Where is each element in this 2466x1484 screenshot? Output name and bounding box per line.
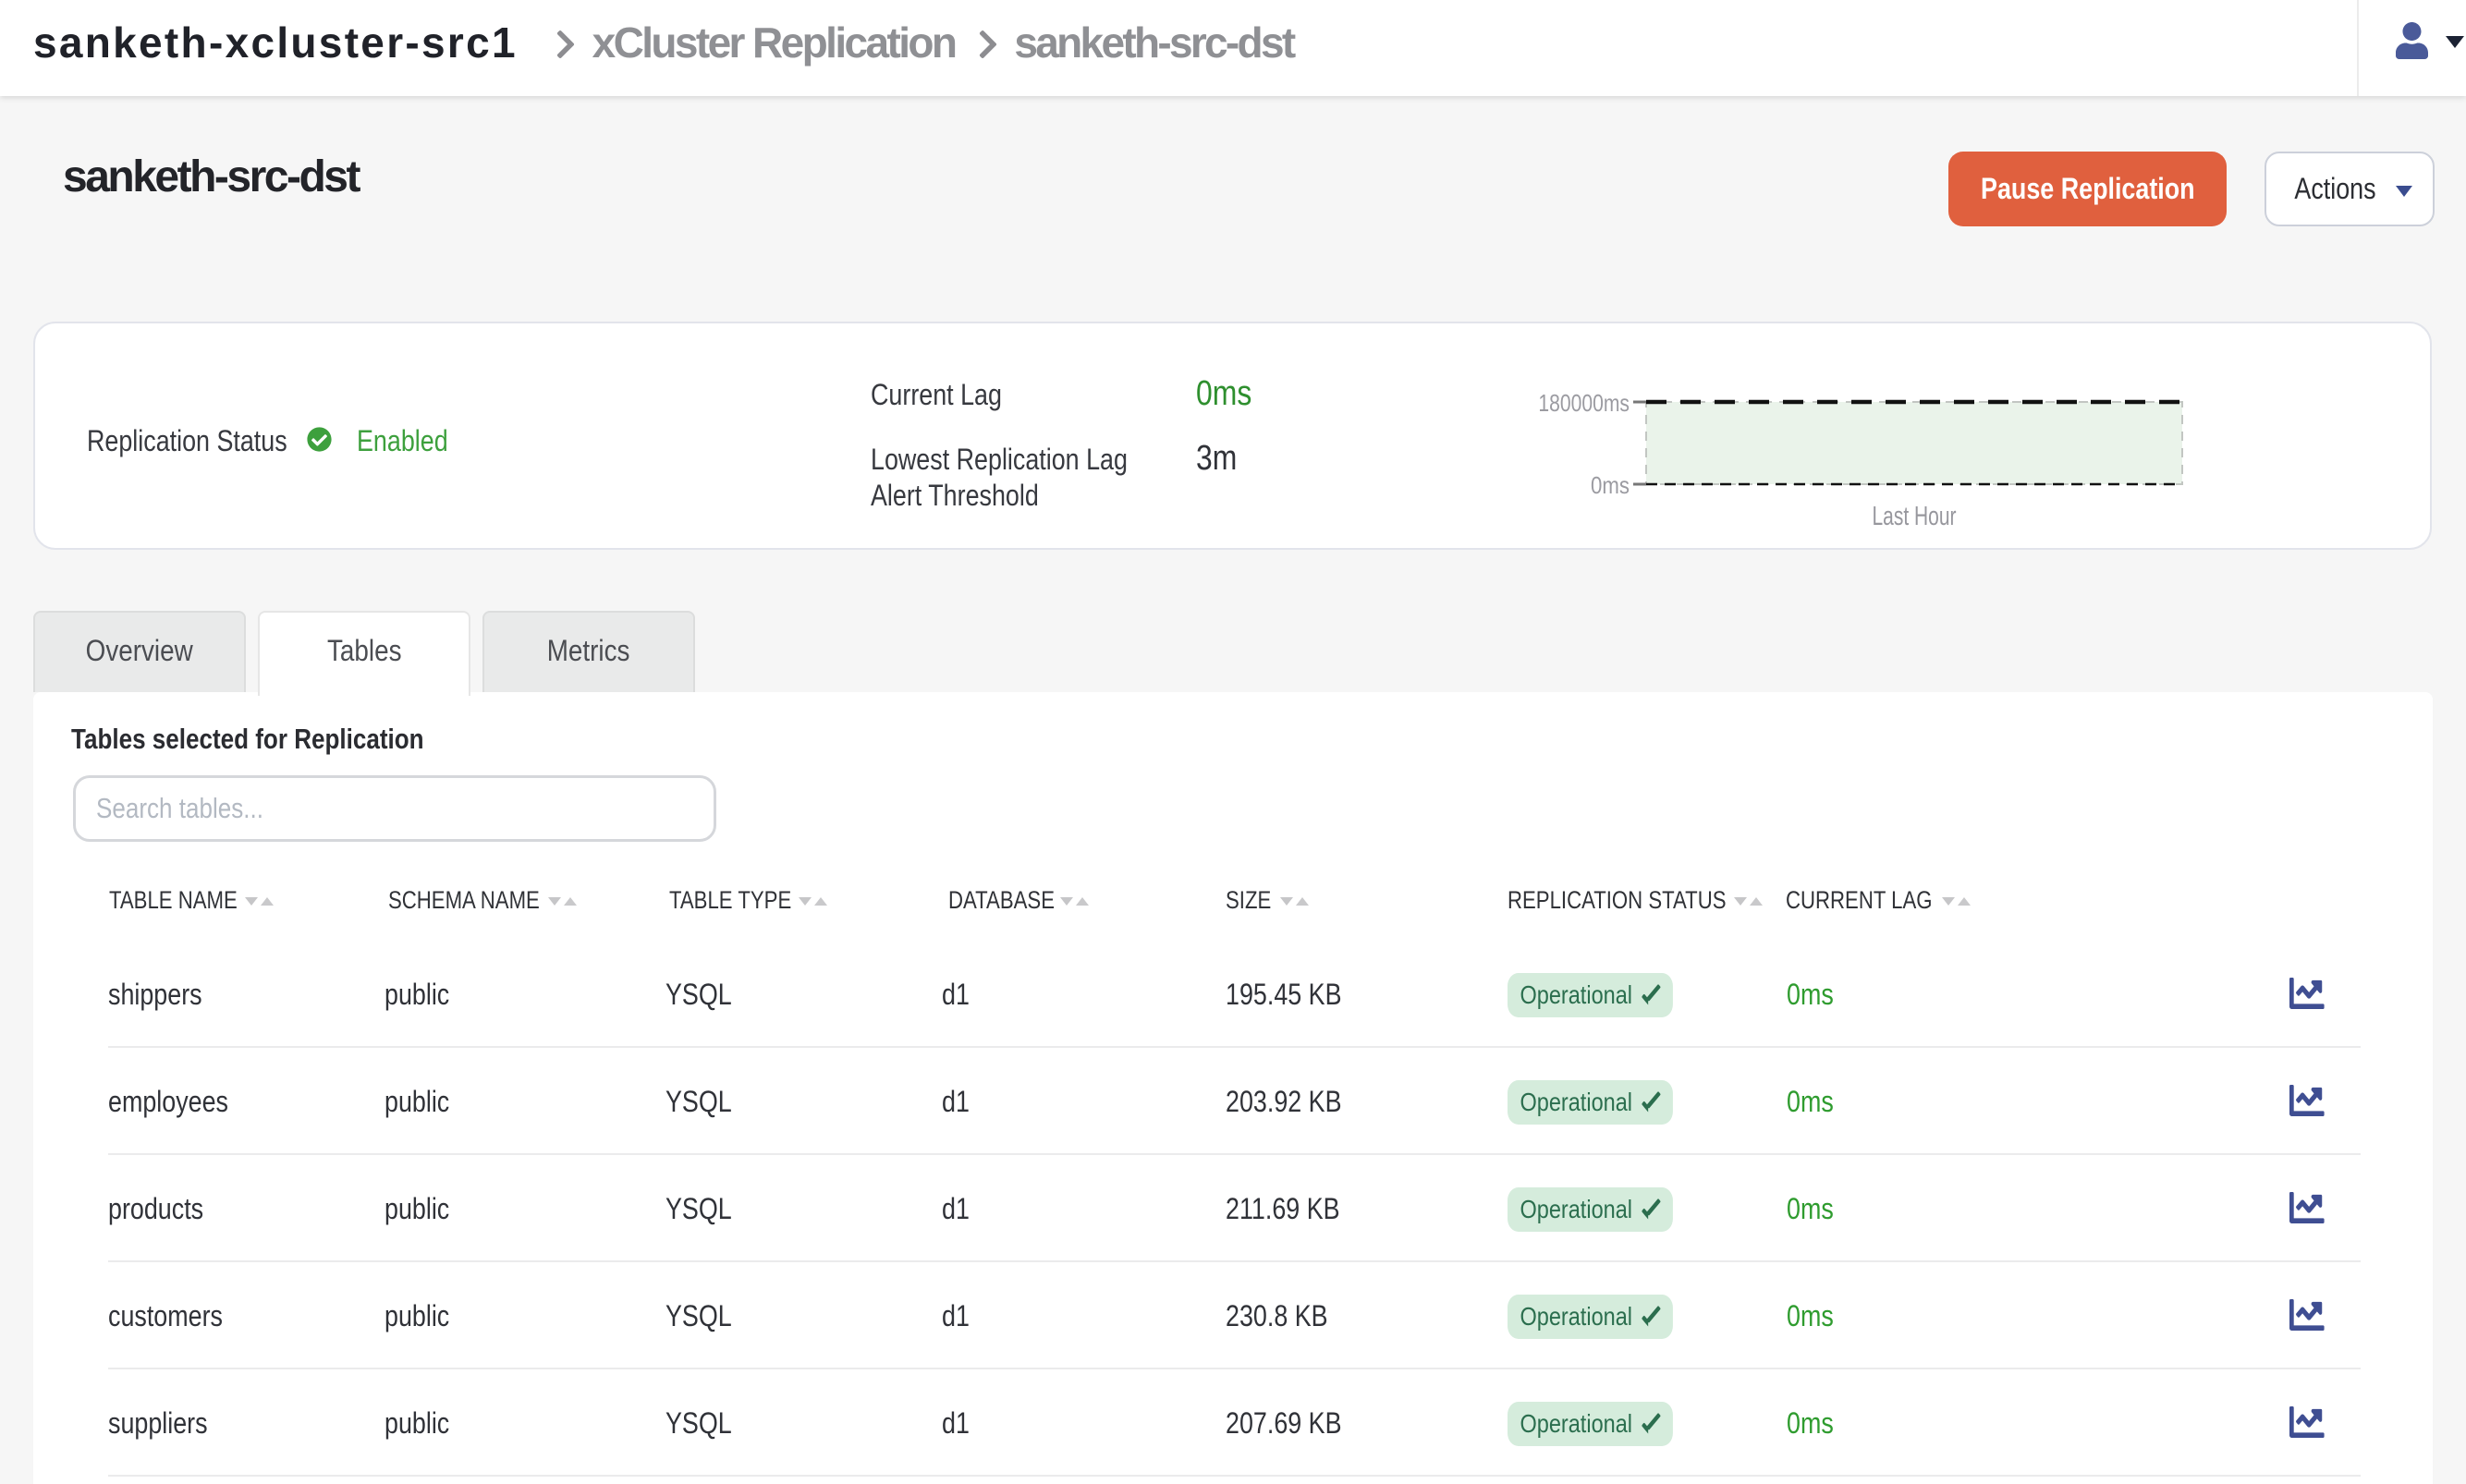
svg-text:0ms: 0ms bbox=[1591, 471, 1630, 499]
svg-text:Last Hour: Last Hour bbox=[1873, 502, 1957, 531]
svg-text:180000ms: 180000ms bbox=[1538, 389, 1630, 417]
